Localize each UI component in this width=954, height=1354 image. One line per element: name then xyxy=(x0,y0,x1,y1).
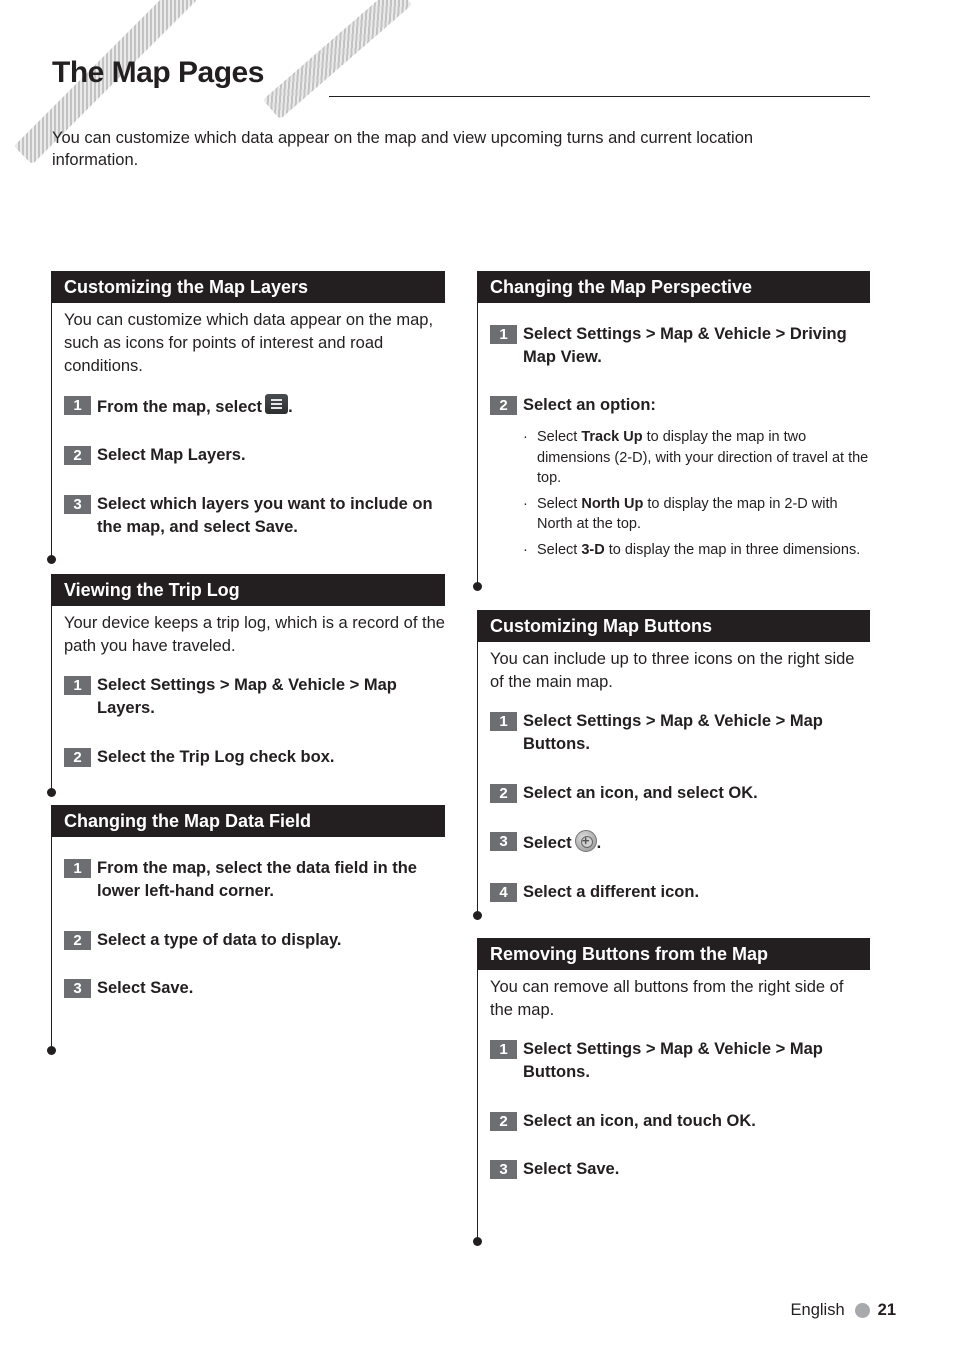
step: 1 Select Settings > Map & Vehicle > Map … xyxy=(490,710,870,756)
step-text: Select Map Layers. xyxy=(97,446,246,464)
step: 1 From the map, select the data field in… xyxy=(64,857,445,903)
step-text: Select xyxy=(523,834,572,852)
option-name: 3-D xyxy=(581,541,605,558)
section-heading: Removing Buttons from the Map xyxy=(477,938,870,970)
step-number: 2 xyxy=(64,748,91,767)
step-number: 3 xyxy=(490,1160,517,1179)
option-item: · Select 3-D to display the map in three … xyxy=(523,541,861,558)
step: 2 Select an option: xyxy=(490,394,870,417)
step-number: 2 xyxy=(490,396,517,415)
section-viewing-trip-log: Viewing the Trip Log Your device keeps a… xyxy=(47,574,445,799)
section-end-dot xyxy=(47,788,56,797)
step: 2 Select the Trip Log check box. xyxy=(64,746,445,769)
step-text: Select a type of data to display. xyxy=(97,931,342,949)
step-text: From the map, select the data field in t… xyxy=(97,859,417,900)
step: 2 Select a type of data to display. xyxy=(64,929,445,952)
option-item: · Select North Up to display the map in 2… xyxy=(523,495,838,533)
step-number: 4 xyxy=(490,883,517,902)
step-number: 1 xyxy=(64,396,91,415)
step-text: Select Save. xyxy=(523,1160,620,1178)
step-text: Select Save. xyxy=(97,979,194,997)
step: 1 Select Settings > Map & Vehicle > Map … xyxy=(490,1038,870,1084)
section-changing-map-data-field: Changing the Map Data Field 1 From the m… xyxy=(47,805,445,1057)
title-rule xyxy=(329,96,870,97)
step: 3 Select which layers you want to includ… xyxy=(64,493,445,539)
step-text: Select an icon, and select OK. xyxy=(523,784,758,802)
step-number: 2 xyxy=(64,446,91,465)
section-description: You can remove all buttons from the righ… xyxy=(490,978,844,1019)
option-item: · Select Track Up to display the map in t… xyxy=(523,429,869,486)
step-text: Select an icon, and touch OK. xyxy=(523,1112,756,1130)
step-text: Select Settings > Map & Vehicle > Map Bu… xyxy=(523,1040,823,1081)
option-list: · Select Track Up to display the map in t… xyxy=(523,427,870,560)
step-number: 2 xyxy=(64,931,91,950)
step: 3 Select Save. xyxy=(64,977,445,1000)
option-name: Track Up xyxy=(581,429,643,445)
step-number: 1 xyxy=(490,325,517,344)
step-text: Select Settings > Map & Vehicle > Map La… xyxy=(97,676,397,717)
section-heading: Viewing the Trip Log xyxy=(51,574,445,606)
section-rule xyxy=(477,970,479,1241)
step-text: Select a different icon. xyxy=(523,883,700,901)
page-footer: English 21 xyxy=(791,1301,896,1320)
step-number: 3 xyxy=(64,495,91,514)
section-rule xyxy=(51,303,53,559)
tire-tread-decoration xyxy=(262,0,413,120)
section-end-dot xyxy=(473,1237,482,1246)
footer-language: English xyxy=(790,1301,845,1319)
step: 3 Select Save. xyxy=(490,1158,870,1181)
section-customizing-map-buttons: Customizing Map Buttons You can include … xyxy=(473,610,870,922)
section-end-dot xyxy=(473,582,482,591)
section-rule xyxy=(51,606,53,792)
step-text: Select the Trip Log check box. xyxy=(97,748,335,766)
step: 2 Select an icon, and select OK. xyxy=(490,782,870,805)
section-removing-buttons: Removing Buttons from the Map You can re… xyxy=(473,938,870,1248)
section-rule xyxy=(51,837,53,1050)
step: 1 Select Settings > Map & Vehicle > Map … xyxy=(64,674,445,720)
menu-icon xyxy=(265,394,289,414)
step-number: 3 xyxy=(490,832,517,851)
page-number: 21 xyxy=(877,1301,896,1319)
step: 1 From the map, select. xyxy=(64,394,445,419)
step-number: 1 xyxy=(490,1040,517,1059)
section-heading: Customizing the Map Layers xyxy=(51,271,445,303)
step-number: 1 xyxy=(490,712,517,731)
section-description: You can include up to three icons on the… xyxy=(490,650,855,691)
section-end-dot xyxy=(47,555,56,564)
step-number: 3 xyxy=(64,979,91,998)
section-changing-map-perspective: Changing the Map Perspective 1 Select Se… xyxy=(473,271,870,593)
page-title: The Map Pages xyxy=(52,56,264,89)
step-number: 2 xyxy=(490,1112,517,1131)
step-text: From the map, select xyxy=(97,398,263,416)
section-description: Your device keeps a trip log, which is a… xyxy=(64,614,445,655)
section-customizing-map-layers: Customizing the Map Layers You can custo… xyxy=(47,271,445,566)
step-text: Select Settings > Map & Vehicle > Map Bu… xyxy=(523,712,823,753)
step-number: 2 xyxy=(490,784,517,803)
section-heading: Customizing Map Buttons xyxy=(477,610,870,642)
section-end-dot xyxy=(473,911,482,920)
step: 4 Select a different icon. xyxy=(490,881,870,904)
step: 2 Select Map Layers. xyxy=(64,444,445,467)
section-heading: Changing the Map Perspective xyxy=(477,271,870,303)
step: 3 Select. xyxy=(490,830,870,855)
step-text: Select Settings > Map & Vehicle > Drivin… xyxy=(523,325,847,366)
step: 2 Select an icon, and touch OK. xyxy=(490,1110,870,1133)
section-rule xyxy=(477,642,479,915)
section-heading: Changing the Map Data Field xyxy=(51,805,445,837)
step-number: 1 xyxy=(64,676,91,695)
step-number: 1 xyxy=(64,859,91,878)
section-end-dot xyxy=(47,1046,56,1055)
step-text: Select which layers you want to include … xyxy=(97,495,433,536)
section-description: You can customize which data appear on t… xyxy=(64,311,434,375)
page-dot-icon xyxy=(854,1303,870,1318)
option-name: North Up xyxy=(581,495,644,512)
step: 1 Select Settings > Map & Vehicle > Driv… xyxy=(490,323,870,369)
section-rule xyxy=(477,303,479,586)
page-intro: You can customize which data appear on t… xyxy=(52,129,754,169)
add-icon xyxy=(574,830,597,852)
step-text: Select an option: xyxy=(523,396,656,414)
